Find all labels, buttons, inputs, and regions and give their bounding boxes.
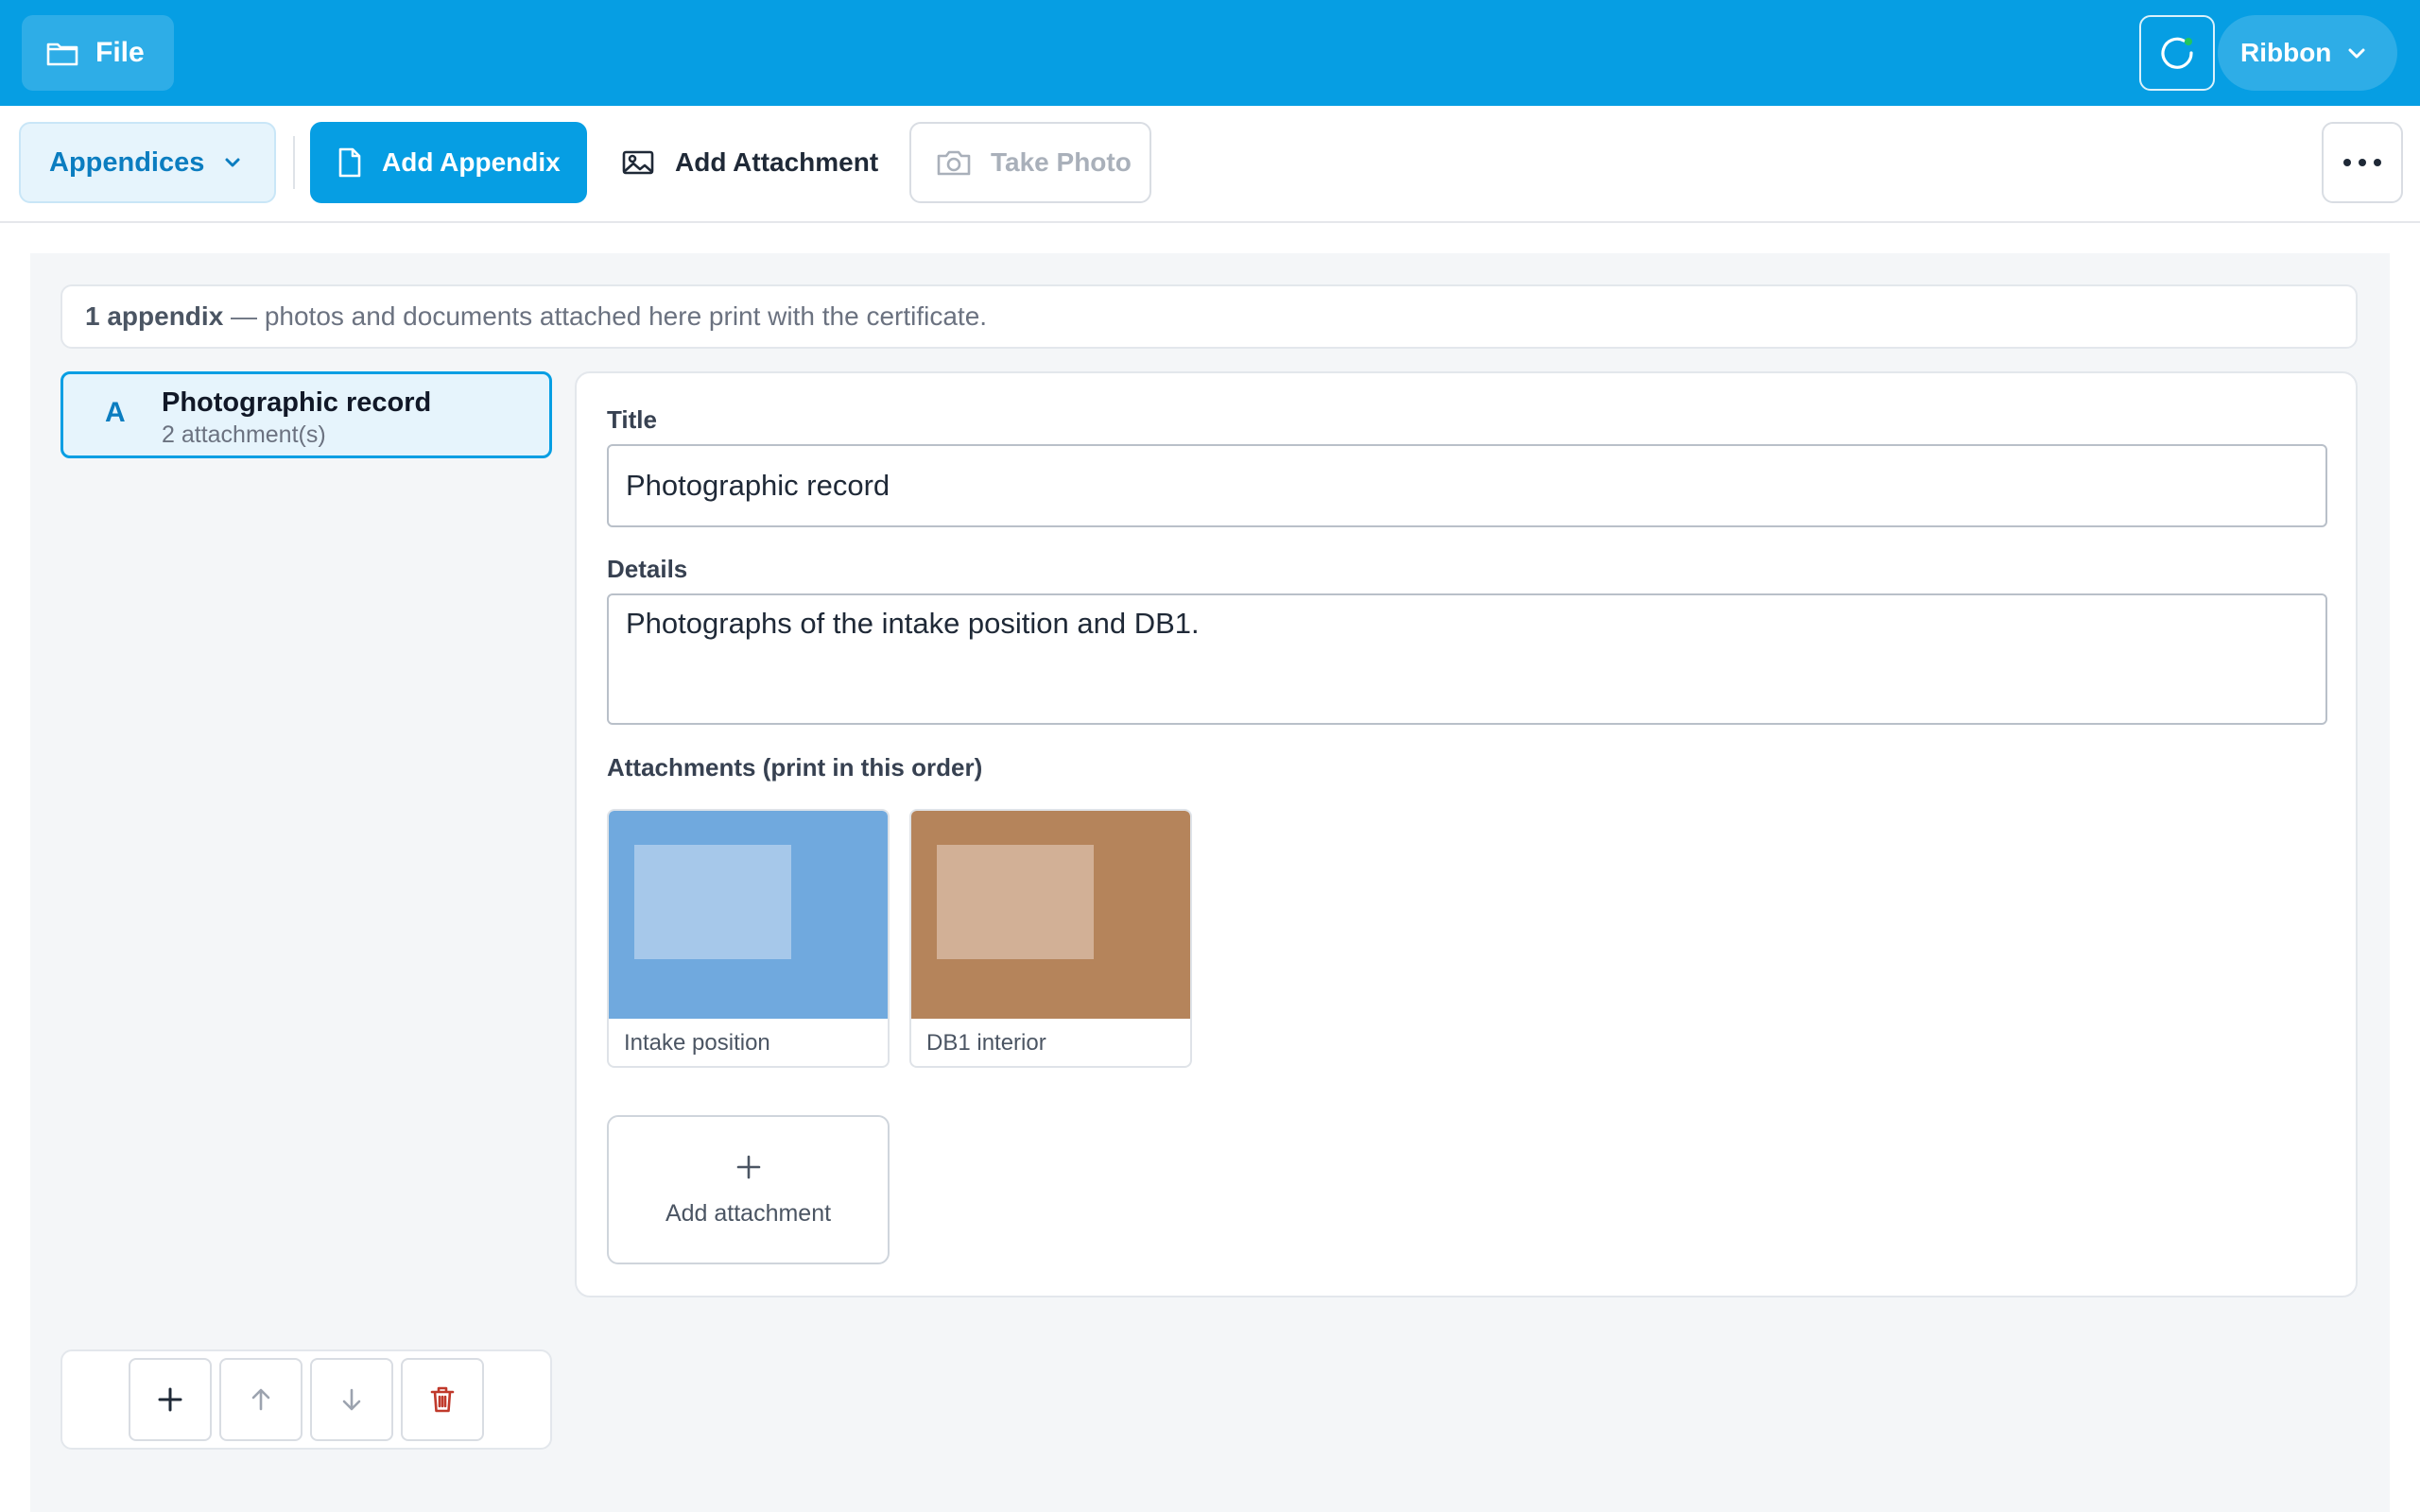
attachment-caption: DB1 interior (926, 1030, 1046, 1056)
attachments-section-label: Attachments (print in this order) (607, 753, 983, 782)
sync-icon (2158, 34, 2196, 72)
delete-appendix-button[interactable] (401, 1358, 484, 1441)
toolbar-divider (293, 136, 295, 189)
appendices-dropdown-label: Appendices (49, 146, 205, 178)
add-appendix-label: Add Appendix (382, 147, 561, 177)
ribbon-toggle-label: Ribbon (2240, 38, 2332, 67)
document-icon (337, 146, 363, 179)
arrow-down-icon (338, 1386, 365, 1413)
add-attachment-tile-label: Add attachment (665, 1200, 832, 1227)
appendix-attachment-count: 2 attachment(s) (162, 421, 326, 448)
sync-button[interactable] (2139, 15, 2215, 91)
ribbon-toggle-button[interactable]: Ribbon (2218, 15, 2397, 91)
add-appendix-list-button[interactable] (129, 1358, 212, 1441)
file-menu-button[interactable]: File (22, 15, 174, 91)
camera-icon (936, 148, 972, 177)
attachment-thumbnail (911, 811, 1190, 1019)
appendix-summary-text: — photos and documents attached here pri… (223, 301, 988, 331)
more-options-button[interactable] (2322, 122, 2403, 203)
details-textarea[interactable]: Photographs of the intake position and D… (607, 593, 2327, 725)
take-photo-button[interactable]: Take Photo (909, 122, 1151, 203)
attachment-thumbnail (609, 811, 888, 1019)
attachment-thumbnail-image (937, 845, 1094, 959)
folder-icon (46, 40, 78, 66)
appendix-title: Photographic record (162, 387, 432, 418)
move-down-button[interactable] (310, 1358, 393, 1441)
add-attachment-toolbar-button[interactable]: Add Attachment (605, 122, 889, 203)
attachment-card[interactable]: Intake position (607, 809, 890, 1068)
file-menu-label: File (95, 37, 145, 68)
attachment-card[interactable]: DB1 interior (909, 809, 1192, 1068)
chevron-down-icon (2346, 46, 2367, 60)
chevron-down-icon (223, 156, 242, 169)
trash-icon (429, 1385, 456, 1414)
title-bar: File Ribbon (0, 0, 2420, 106)
appendix-list-item[interactable]: A Photographic record 2 attachment(s) (60, 371, 552, 458)
appendices-dropdown[interactable]: Appendices (19, 122, 276, 203)
add-attachment-toolbar-label: Add Attachment (675, 147, 879, 177)
image-icon (622, 149, 654, 176)
attachment-caption: Intake position (624, 1030, 770, 1056)
more-horizontal-icon (2342, 158, 2383, 167)
appendix-letter: A (105, 397, 126, 428)
add-attachment-tile[interactable]: Add attachment (607, 1115, 890, 1264)
take-photo-label: Take Photo (991, 147, 1132, 177)
ribbon-toolbar: Appendices Add Appendix Add Attachment T… (0, 106, 2420, 223)
move-up-button[interactable] (219, 1358, 302, 1441)
title-field-label: Title (607, 405, 657, 434)
details-field-label: Details (607, 555, 688, 583)
plus-icon (157, 1386, 183, 1413)
title-input[interactable] (607, 444, 2327, 527)
appendix-summary: 1 appendix — photos and documents attach… (60, 284, 2358, 349)
attachment-thumbnail-image (634, 845, 791, 959)
plus-icon (736, 1155, 761, 1179)
add-appendix-button[interactable]: Add Appendix (310, 122, 587, 203)
arrow-up-icon (248, 1386, 274, 1413)
appendix-count: 1 appendix (85, 301, 224, 331)
